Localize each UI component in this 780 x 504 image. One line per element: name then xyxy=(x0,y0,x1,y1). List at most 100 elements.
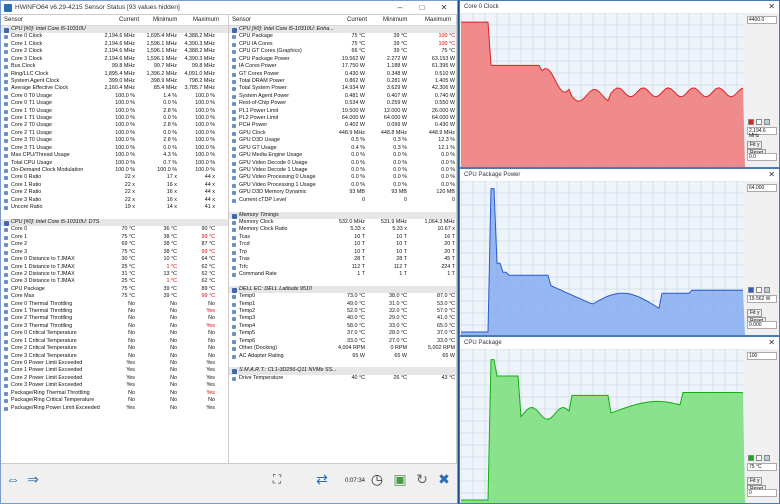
close-button[interactable]: ✕ xyxy=(433,1,455,15)
sensor-row[interactable]: On-Demand Clock Modulation 100.0 % 100.0 %… xyxy=(1,167,228,174)
sensor-row[interactable]: Average Effective Clock 2,160.4 MHz 85.4 M… xyxy=(1,85,228,92)
sensor-row[interactable]: Core 3 Ratio 22 x 16 x 44 x xyxy=(1,197,228,204)
sensor-row[interactable]: Core 3 Thermal Throttling No No Yes xyxy=(1,323,228,330)
series-color-swatch[interactable] xyxy=(756,287,762,293)
sensor-row[interactable]: Core 0 70 °C 36 °C 90 °C xyxy=(1,226,228,233)
sensor-row[interactable]: Tcas 10 T 10 T 16 T xyxy=(229,234,456,241)
sensor-row[interactable]: Temp1 49.0 °C 31.0 °C 53.0 °C xyxy=(229,301,456,308)
sensor-row[interactable]: Core 2 T0 Usage 100.0 % 2.8 % 100.0 % xyxy=(1,122,228,129)
sensor-row[interactable]: Temp4 58.0 °C 33.0 °C 65.0 °C xyxy=(229,323,456,330)
series-color-swatch[interactable] xyxy=(748,287,754,293)
sensor-row[interactable]: GPU Video Decode 0 Usage 0.0 % 0.0 % 0.0 % xyxy=(229,160,456,167)
col-current[interactable]: Current xyxy=(119,17,139,23)
sensor-row[interactable]: Total System Power 14.934 W 3.629 W 42.306 … xyxy=(229,85,456,92)
sensor-row[interactable]: CPU GT Cores (Graphics) 66 °C 39 °C 75 °C xyxy=(229,48,456,55)
graph-min-field[interactable]: 0.0 xyxy=(747,153,777,161)
col-sensor[interactable]: Sensor xyxy=(4,17,23,23)
sensor-row[interactable]: Core 0 Critical Temperature No No No xyxy=(1,330,228,337)
sensor-group-header[interactable]: DELL EC: DELL Latitude 9510 xyxy=(229,285,456,294)
sensor-row[interactable]: Core 0 T1 Usage 100.0 % 0.0 % 100.0 % xyxy=(1,100,228,107)
sensor-row[interactable]: Core 1 Distance to TJMAX 25 °C 1 °C 62 °C xyxy=(1,264,228,271)
series-color-swatch[interactable] xyxy=(748,455,754,461)
col-sensor[interactable]: Sensor xyxy=(232,17,251,23)
sensor-row[interactable]: Core 0 Thermal Throttling No No No xyxy=(1,301,228,308)
sensor-group-header[interactable]: S.M.A.R.T.: CL1-3D256-Q11 NVMe SS... xyxy=(229,367,456,375)
sensor-row[interactable]: Core 1 Ratio 22 x 16 x 44 x xyxy=(1,182,228,189)
sensor-group-header[interactable]: CPU [#0]: Intel Core i5-10310U: DTS xyxy=(1,218,228,227)
close-x-icon[interactable]: ✖ xyxy=(435,470,453,488)
sensor-row[interactable]: Core 3 75 °C 38 °C 99 °C xyxy=(1,249,228,256)
sensor-row[interactable]: Current cTDP Level 0 0 0 xyxy=(229,197,456,204)
sensor-row[interactable]: GPU D3D Memory Dynamic 93 MB 93 MB 120 MB xyxy=(229,189,456,196)
fit-y-button[interactable]: Fit y xyxy=(747,309,763,317)
sensor-row[interactable]: Trcd 10 T 10 T 20 T xyxy=(229,241,456,248)
series-color-swatch[interactable] xyxy=(756,455,762,461)
arrows-right-icon[interactable]: ⇒ xyxy=(25,470,41,488)
sensor-row[interactable]: Temp6 33.0 °C 27.0 °C 33.0 °C xyxy=(229,338,456,345)
sensor-row[interactable]: Core 3 T0 Usage 100.0 % 2.8 % 100.0 % xyxy=(1,137,228,144)
graph-close-button[interactable]: ✕ xyxy=(768,338,775,347)
sensor-row[interactable]: Core 3 T1 Usage 100.0 % 0.0 % 100.0 % xyxy=(1,145,228,152)
series-color-swatch[interactable] xyxy=(764,119,770,125)
graph-min-field[interactable]: 0.000 xyxy=(747,321,777,329)
sensor-row[interactable]: Core 3 Critical Temperature No No No xyxy=(1,353,228,360)
sensor-row[interactable]: Memory Clock 532.0 MHz 531.9 MHz 1,064.3 MH… xyxy=(229,219,456,226)
sensor-row[interactable]: Core Max 75 °C 39 °C 99 °C xyxy=(1,293,228,300)
graph-close-button[interactable]: ✕ xyxy=(768,170,775,179)
series-color-swatch[interactable] xyxy=(764,287,770,293)
sensor-row[interactable]: Ring/LLC Clock 1,895.4 MHz 1,396.2 MHz 4,09… xyxy=(1,71,228,78)
graph-close-button[interactable]: ✕ xyxy=(768,2,775,11)
arrows-left-right-icon[interactable]: ⇔ xyxy=(5,470,21,488)
sensor-row[interactable]: Other (Docking) 4,004 RPM 0 RPM 5,002 RPM xyxy=(229,345,456,352)
sensor-row[interactable]: GPU Video Processing 0 Usage 0.0 % 0.0 % 0.… xyxy=(229,174,456,181)
sensor-row[interactable]: PCH Power 0.402 W 0.099 W 0.430 W xyxy=(229,122,456,129)
sensor-row[interactable]: Package/Ring Power Limit Exceeded Yes No Ye… xyxy=(1,405,228,412)
sensor-row[interactable]: Core 2 Critical Temperature No No No xyxy=(1,345,228,352)
fit-y-button[interactable]: Fit y xyxy=(747,477,763,485)
sensor-row[interactable]: Core 0 Ratio 22 x 17 x 44 x xyxy=(1,174,228,181)
sensor-row[interactable]: Core 2 Distance to TJMAX 31 °C 13 °C 62 °C xyxy=(1,271,228,278)
reset-icon[interactable]: ↻ xyxy=(413,470,431,488)
sensor-row[interactable]: Core 1 Power Limit Exceeded Yes No Yes xyxy=(1,367,228,374)
series-color-swatch[interactable] xyxy=(756,119,762,125)
sensor-row[interactable]: Core 3 Power Limit Exceeded Yes No Yes xyxy=(1,382,228,389)
sensor-row[interactable]: Uncore Ratio 19 x 14 x 41 x xyxy=(1,204,228,211)
graph-min-field[interactable]: 0 xyxy=(747,489,777,497)
sensor-row[interactable]: System Agent Power 0.481 W 0.407 W 0.740 W xyxy=(229,93,456,100)
sensor-row[interactable]: Core 1 75 °C 38 °C 99 °C xyxy=(1,234,228,241)
sensor-group-header[interactable]: CPU [#0]: Intel Core i5-10310U xyxy=(1,26,228,34)
log-add-icon[interactable]: ▣ xyxy=(391,470,409,488)
sensor-row[interactable]: GPU GT Usage 0.4 % 0.3 % 12.1 % xyxy=(229,145,456,152)
col-maximum[interactable]: Maximum xyxy=(193,17,219,23)
sensor-group-header[interactable]: CPU [#0]: Intel Core i5-10310U: Enha... xyxy=(229,26,456,34)
sensor-row[interactable]: GPU Video Decode 1 Usage 0.0 % 0.0 % 0.0 % xyxy=(229,167,456,174)
sensor-row[interactable]: Core 2 Power Limit Exceeded Yes No Yes xyxy=(1,375,228,382)
sensor-row[interactable]: Core 3 Distance to TJMAX 25 °C 1 °C 62 °C xyxy=(1,278,228,285)
sensor-group-header[interactable]: Memory Timings xyxy=(229,211,456,219)
sensor-row[interactable]: Core 2 Ratio 22 x 16 x 44 x xyxy=(1,189,228,196)
sensor-row[interactable]: Core 1 T0 Usage 100.0 % 2.8 % 100.0 % xyxy=(1,108,228,115)
sensor-row[interactable]: System Agent Clock 399.0 MHz 398.9 MHz 798.… xyxy=(1,78,228,85)
maximize-button[interactable]: □ xyxy=(411,1,433,15)
sensor-row[interactable]: Core 1 Clock 2,194.6 MHz 1,596.1 MHz 4,390.… xyxy=(1,41,228,48)
sensor-row[interactable]: Core 2 Thermal Throttling No No No xyxy=(1,315,228,322)
sensor-row[interactable]: CPU Package 75 °C 39 °C 100 °C xyxy=(229,33,456,40)
series-color-swatch[interactable] xyxy=(764,455,770,461)
sensor-row[interactable]: Core 0 Clock 2,194.6 MHz 1,695.4 MHz 4,388.… xyxy=(1,33,228,40)
fit-y-button[interactable]: Fit y xyxy=(747,141,763,149)
sensor-row[interactable]: PL1 Power Limit 19.500 W 12.000 W 26.000 W xyxy=(229,108,456,115)
col-minimum[interactable]: Minimum xyxy=(153,17,177,23)
clock-icon[interactable]: ◷ xyxy=(369,470,385,488)
col-current[interactable]: Current xyxy=(347,17,367,23)
sensor-row[interactable]: Drive Temperature 40 °C 26 °C 43 °C xyxy=(229,375,456,382)
sensor-row[interactable]: GPU Media Engine Usage 0.0 % 0.0 % 0.0 % xyxy=(229,152,456,159)
sensor-row[interactable]: Package/Ring Critical Temperature No No No xyxy=(1,397,228,404)
col-maximum[interactable]: Maximum xyxy=(425,17,451,23)
sensor-row[interactable]: Temp2 52.0 °C 32.0 °C 57.0 °C xyxy=(229,308,456,315)
sensor-row[interactable]: GPU D3D Usage 0.5 % 0.3 % 12.3 % xyxy=(229,137,456,144)
sensor-row[interactable]: Temp3 40.0 °C 29.0 °C 41.0 °C xyxy=(229,315,456,322)
graph-max-field[interactable]: 64.000 xyxy=(747,184,777,192)
series-color-swatch[interactable] xyxy=(748,119,754,125)
sensor-row[interactable]: Total CPU Usage 100.0 % 0.7 % 100.0 % xyxy=(1,160,228,167)
sensor-row[interactable]: Core 2 T1 Usage 100.0 % 0.0 % 100.0 % xyxy=(1,130,228,137)
